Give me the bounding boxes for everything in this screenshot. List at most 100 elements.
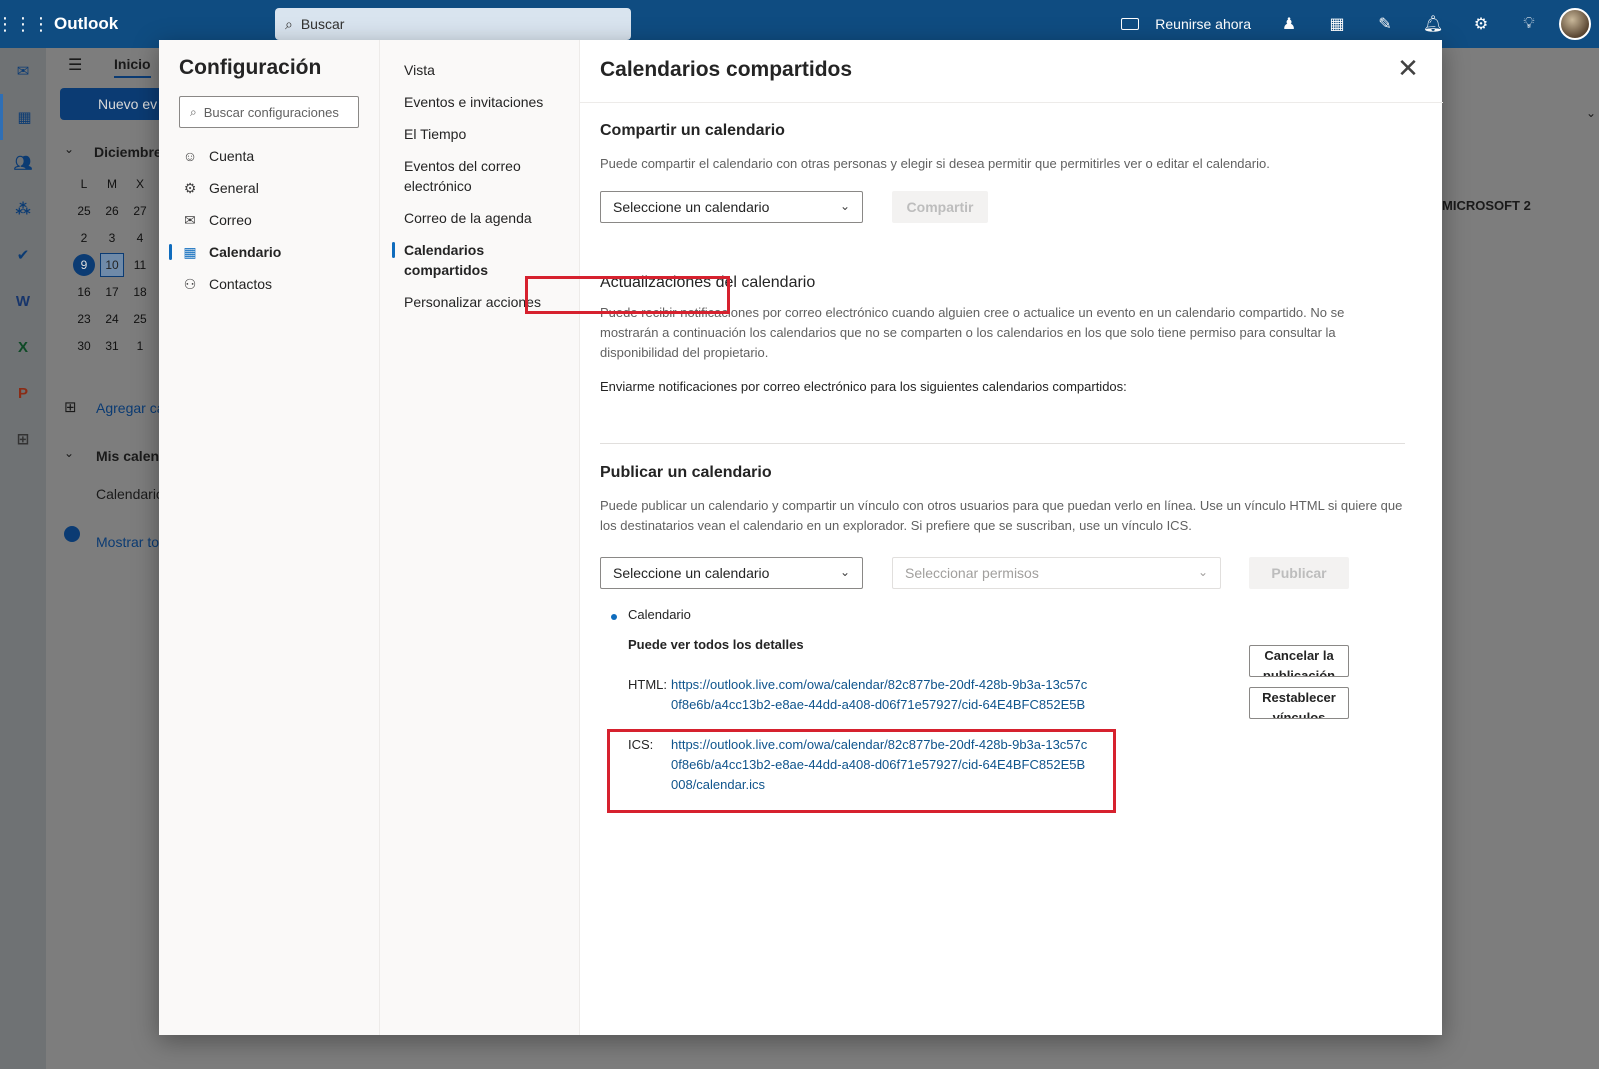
show-all-link[interactable]: Mostrar to [96, 534, 159, 550]
app-rail: ✉ ▦ 👥︎ ⁂ ✔ W X P ⊞ [0, 48, 46, 1069]
subcategory-agenda-mail[interactable]: Correo de la agenda [392, 208, 572, 228]
add-calendar-link[interactable]: Agregar ca [96, 400, 164, 416]
day-cell[interactable]: 24 [98, 312, 126, 326]
day-cell[interactable]: 26 [98, 204, 126, 218]
publish-calendar-select-value: Seleccione un calendario [613, 565, 770, 581]
more-apps-icon[interactable]: ⊞ [0, 416, 46, 462]
settings-search-placeholder: Buscar configuraciones [203, 104, 339, 120]
day-cell[interactable]: 17 [98, 285, 126, 299]
html-link-container: https://outlook.live.com/owa/calendar/82… [671, 675, 1091, 715]
category-calendar[interactable]: ▦ Calendario [169, 236, 369, 268]
weekday-row: L M X [70, 170, 170, 197]
settings-search-input[interactable]: ⌕ Buscar configuraciones [179, 96, 359, 128]
day-cell[interactable]: 31 [98, 339, 126, 353]
lightbulb-icon[interactable]: 💡︎ [1505, 0, 1553, 48]
publish-permissions-select-value: Seleccionar permisos [905, 565, 1039, 581]
reset-links-button[interactable]: Restablecer vínculos [1249, 687, 1349, 719]
html-link[interactable]: https://outlook.live.com/owa/calendar/82… [671, 675, 1091, 715]
avatar[interactable] [1559, 8, 1591, 40]
settings-title: Configuración [179, 56, 322, 79]
day-cell[interactable]: 23 [70, 312, 98, 326]
day-cell[interactable]: 2 [70, 231, 98, 245]
publish-button[interactable]: Publicar [1249, 557, 1349, 589]
search-box[interactable]: ⌕ Buscar [275, 8, 631, 40]
close-icon[interactable]: ✕ [1396, 55, 1420, 81]
day-cell[interactable]: 1 [126, 339, 154, 353]
mail-app-icon[interactable]: ✉ [0, 48, 46, 94]
calendar-list-item[interactable]: Calendario [96, 486, 164, 502]
weekday: X [135, 176, 144, 191]
subcategory-label: Calendarios compartidos [404, 242, 489, 278]
day-cell[interactable]: 3 [98, 231, 126, 245]
subcategory-shared-calendars[interactable]: Calendarios compartidos [392, 240, 572, 280]
checkmark-icon[interactable] [64, 526, 80, 542]
add-calendar-icon: ⊞ [64, 399, 77, 416]
gear-icon[interactable]: ⚙ [1457, 0, 1505, 48]
week-row: 25 26 27 [70, 197, 170, 224]
mail-icon: ✉ [184, 211, 196, 228]
category-general[interactable]: ⚙ General [169, 172, 369, 204]
calendar-icon: ▦ [183, 243, 197, 260]
day-cell[interactable]: 18 [126, 285, 154, 299]
week-row: 9 10 11 [70, 251, 170, 278]
day-cell[interactable]: 4 [126, 231, 154, 245]
publish-calendar-select[interactable]: Seleccione un calendario ⌄ [600, 557, 863, 589]
week-row: 2 3 4 [70, 224, 170, 251]
day-cell[interactable]: 25 [70, 204, 98, 218]
ics-highlight-box [607, 729, 1116, 813]
day-cell[interactable]: 27 [126, 204, 154, 218]
divider [580, 102, 1443, 103]
today-cell[interactable]: 9 [73, 253, 95, 276]
cancel-publishing-button[interactable]: Cancelar la publicación [1249, 645, 1349, 677]
powerpoint-app-icon[interactable]: P [0, 370, 46, 416]
todo-app-icon[interactable]: ✔ [0, 232, 46, 278]
mini-calendar: L M X 25 26 27 2 3 4 9 10 11 16 17 18 23… [70, 170, 170, 359]
week-row: 16 17 18 [70, 278, 170, 305]
meet-now-button[interactable]: Reunirse ahora [1121, 16, 1251, 32]
day-cell[interactable]: 16 [70, 285, 98, 299]
subcategory-weather[interactable]: El Tiempo [392, 124, 572, 144]
person-icon: ☺ [182, 148, 198, 164]
chevron-down-icon[interactable]: ⌄ [64, 446, 74, 460]
category-label: Calendario [209, 244, 282, 260]
selected-day-cell[interactable]: 10 [100, 252, 124, 277]
search-icon: ⌕ [190, 104, 197, 119]
app-name[interactable]: Outlook [54, 14, 274, 34]
share-calendar-select[interactable]: Seleccione un calendario ⌄ [600, 191, 863, 223]
day-cell[interactable]: 30 [70, 339, 98, 353]
chevron-down-icon[interactable]: ⌄ [64, 142, 74, 156]
day-cell[interactable]: 11 [126, 258, 154, 272]
category-contacts[interactable]: ⚇ Contactos [169, 268, 369, 300]
active-indicator [169, 244, 172, 260]
hamburger-icon[interactable]: ☰ [68, 55, 82, 75]
excel-app-icon[interactable]: X [0, 324, 46, 370]
settings-subcategories-panel: Vista Eventos e invitaciones El Tiempo E… [379, 40, 579, 1035]
share-description: Puede compartir el calendario con otras … [600, 156, 1270, 171]
search-placeholder: Buscar [300, 16, 345, 32]
bullet-icon [611, 614, 617, 620]
tab-home[interactable]: Inicio [114, 56, 151, 78]
category-account[interactable]: ☺ Cuenta [169, 140, 369, 172]
share-button[interactable]: Compartir [892, 191, 988, 223]
word-app-icon[interactable]: W [0, 278, 46, 324]
subcategory-view[interactable]: Vista [392, 60, 572, 80]
app-launcher-icon[interactable]: ⋮⋮⋮ [0, 0, 50, 48]
subcategory-events-invitations[interactable]: Eventos e invitaciones [392, 92, 572, 112]
chevron-down-icon: ⌄ [839, 565, 850, 579]
publish-permissions-select[interactable]: Seleccionar permisos ⌄ [892, 557, 1221, 589]
weekday: M [107, 176, 117, 191]
event-label[interactable]: MICROSOFT 2 [1442, 198, 1531, 213]
chevron-down-icon[interactable]: ⌄ [1586, 106, 1596, 120]
people-icon: ⚇ [183, 275, 197, 292]
week-row: 30 31 1 [70, 332, 170, 359]
day-cell[interactable]: 25 [126, 312, 154, 326]
my-calendars-heading: Mis calen [96, 448, 160, 464]
calendar-app-icon[interactable]: ▦ [0, 94, 46, 140]
week-row: 23 24 25 [70, 305, 170, 332]
category-mail[interactable]: ✉ Correo [169, 204, 369, 236]
groups-app-icon[interactable]: ⁂ [0, 186, 46, 232]
new-event-button[interactable]: Nuevo ev [60, 88, 170, 120]
pane-title: Calendarios compartidos [600, 58, 853, 81]
people-app-icon[interactable]: 👥︎ [0, 140, 46, 186]
subcategory-email-events[interactable]: Eventos del correo electrónico [392, 156, 572, 196]
